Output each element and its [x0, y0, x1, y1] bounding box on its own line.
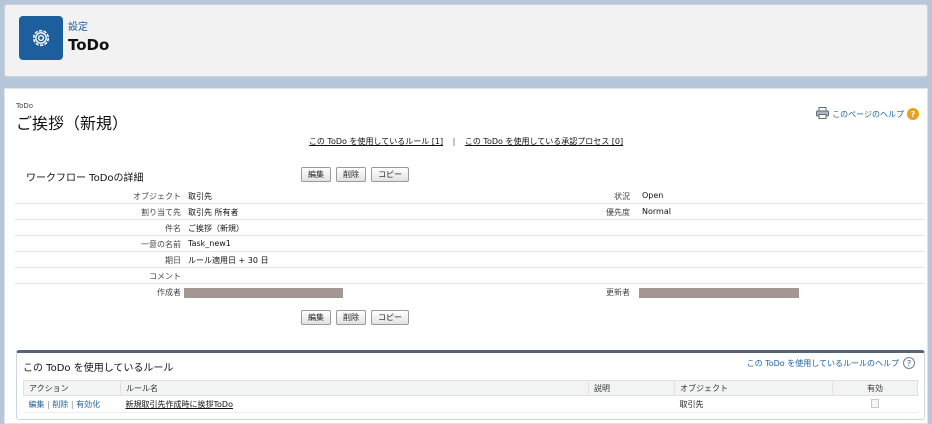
bottom-button-row: 編集 削除 コピー	[301, 310, 409, 325]
detail-row-comment: コメント	[15, 268, 925, 284]
field-value-object: 取引先	[188, 192, 212, 201]
field-label-modified-by: 更新者	[606, 288, 630, 297]
gear-icon	[19, 16, 63, 60]
detail-table: オブジェクト 取引先 状況 Open 割り当て先 取引先 所有者 優先度 Nor…	[15, 188, 925, 300]
column-header-action: アクション	[23, 380, 121, 396]
column-header-description[interactable]: 説明	[588, 380, 675, 396]
copy-button[interactable]: コピー	[371, 167, 409, 182]
field-value-due: ルール適用日 + 30 日	[188, 256, 269, 265]
main-content: ToDo ご挨拶（新規） このページのヘルプ ? この ToDo を使用している…	[4, 88, 928, 424]
rules-help-link-label[interactable]: この ToDo を使用しているルールのヘルプ	[747, 358, 899, 369]
field-value-assignee: 取引先 所有者	[188, 208, 239, 217]
edit-button[interactable]: 編集	[301, 310, 331, 325]
field-value-unique-name: Task_new1	[188, 239, 231, 248]
detail-row-unique-name: 一意の名前 Task_new1	[15, 236, 925, 252]
row-rule-name: 新規取引先作成時に挨拶ToDo	[120, 395, 589, 413]
row-description	[588, 395, 675, 413]
header-title: ToDo	[68, 36, 110, 54]
header-kicker: 設定	[68, 22, 88, 33]
column-header-active[interactable]: 有効	[832, 380, 918, 396]
page-help-link-label[interactable]: このページのヘルプ	[832, 109, 904, 120]
help-icon[interactable]: ?	[907, 108, 919, 120]
printer-icon[interactable]	[816, 107, 830, 121]
rules-using-todo-link[interactable]: この ToDo を使用しているルール [1]	[309, 137, 443, 146]
delete-button[interactable]: 削除	[336, 167, 366, 182]
field-label-object: オブジェクト	[133, 192, 181, 201]
detail-row-subject: 件名 ご挨拶（新規）	[15, 220, 925, 236]
row-edit-link[interactable]: 編集	[29, 400, 45, 409]
row-delete-link[interactable]: 削除	[52, 400, 68, 409]
entity-type-label: ToDo	[16, 102, 34, 110]
field-value-priority: Normal	[642, 207, 671, 216]
field-label-due: 期日	[165, 256, 181, 265]
page-title: ご挨拶（新規）	[16, 114, 129, 133]
field-label-status: 状況	[614, 192, 630, 201]
field-label-priority: 優先度	[606, 208, 630, 217]
rules-section-title: この ToDo を使用しているルール	[23, 363, 174, 374]
row-actions: 編集 | 削除 | 有効化	[23, 395, 121, 413]
header-card: 設定 ToDo	[4, 4, 928, 77]
rules-related-list: この ToDo を使用しているルール この ToDo を使用しているルールのヘル…	[16, 350, 925, 420]
field-value-subject: ご挨拶（新規）	[188, 224, 244, 233]
column-header-rule-name[interactable]: ルール名	[120, 380, 589, 396]
detail-row-object: オブジェクト 取引先 状況 Open	[15, 188, 925, 204]
row-object: 取引先	[674, 395, 833, 413]
detail-section-title: ワークフロー ToDoの詳細	[26, 173, 144, 184]
detail-row-created-by: 作成者 更新者	[15, 284, 925, 300]
separator: |	[452, 137, 456, 146]
page-help-link[interactable]: このページのヘルプ ?	[816, 107, 919, 121]
redacted-modified-by	[639, 288, 799, 298]
question-icon[interactable]: ?	[903, 357, 915, 369]
field-label-subject: 件名	[165, 224, 181, 233]
table-row: 編集 | 削除 | 有効化 新規取引先作成時に挨拶ToDo 取引先	[23, 395, 918, 413]
related-links: この ToDo を使用しているルール [1] | この ToDo を使用している…	[5, 136, 927, 147]
approval-processes-link[interactable]: この ToDo を使用している承認プロセス [0]	[465, 137, 623, 146]
active-checkbox	[871, 398, 879, 408]
table-header-row: アクション ルール名 説明 オブジェクト 有効	[23, 380, 918, 396]
detail-row-due: 期日 ルール適用日 + 30 日	[15, 252, 925, 268]
column-header-object[interactable]: オブジェクト	[674, 380, 833, 396]
field-label-unique-name: 一意の名前	[141, 240, 181, 249]
rule-name-link[interactable]: 新規取引先作成時に挨拶ToDo	[126, 400, 233, 409]
copy-button[interactable]: コピー	[371, 310, 409, 325]
row-active	[832, 395, 918, 413]
field-label-assignee: 割り当て先	[141, 208, 181, 217]
rules-help-link[interactable]: この ToDo を使用しているルールのヘルプ ?	[747, 357, 915, 369]
field-value-status: Open	[642, 191, 664, 200]
redacted-created-by	[184, 288, 343, 298]
row-activate-link[interactable]: 有効化	[76, 400, 100, 409]
delete-button[interactable]: 削除	[336, 310, 366, 325]
top-button-row: 編集 削除 コピー	[301, 167, 409, 182]
rules-table: アクション ルール名 説明 オブジェクト 有効 編集 | 削除 | 有効化 新規…	[23, 380, 918, 413]
field-label-comment: コメント	[149, 272, 181, 281]
detail-row-assignee: 割り当て先 取引先 所有者 優先度 Normal	[15, 204, 925, 220]
field-label-created-by: 作成者	[157, 288, 181, 297]
edit-button[interactable]: 編集	[301, 167, 331, 182]
